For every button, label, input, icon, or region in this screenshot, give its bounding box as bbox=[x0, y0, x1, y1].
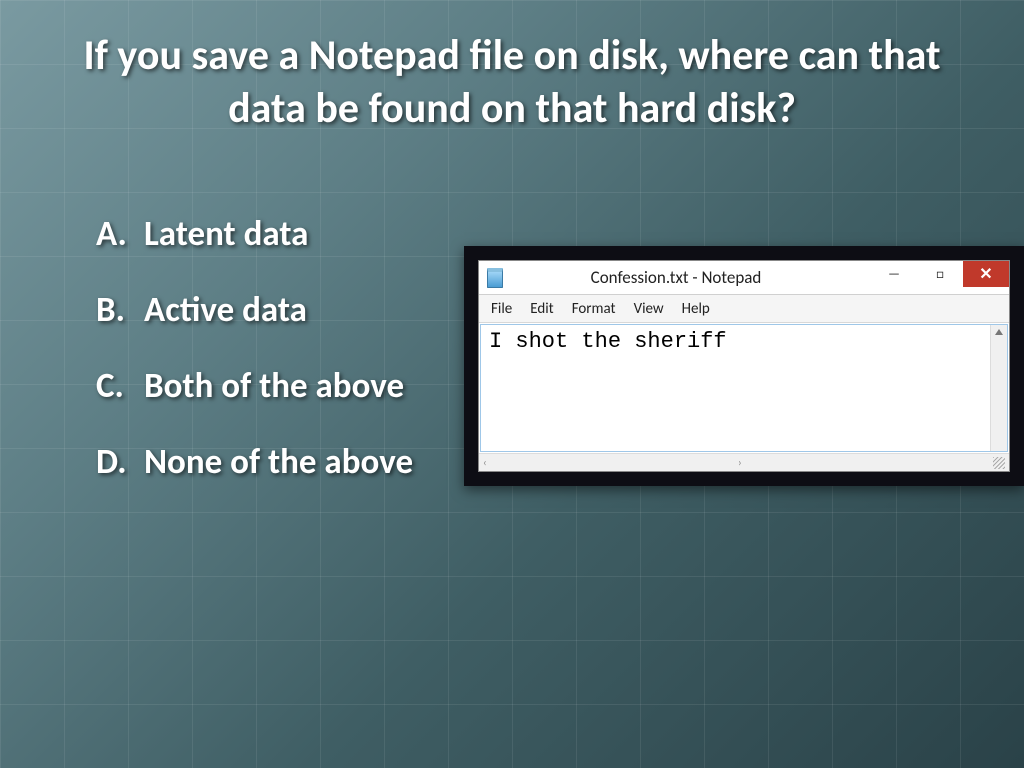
notepad-text-area[interactable]: I shot the sheriff bbox=[480, 324, 1008, 452]
resize-grip-icon[interactable] bbox=[993, 457, 1005, 469]
scroll-right-icon[interactable]: › bbox=[738, 456, 742, 469]
notepad-content: I shot the sheriff bbox=[489, 329, 727, 354]
minimize-button[interactable]: — bbox=[871, 261, 917, 287]
notepad-menubar: File Edit Format View Help bbox=[479, 295, 1009, 323]
notepad-screenshot: Confession.txt - Notepad — □ ✕ File Edit… bbox=[464, 246, 1024, 486]
menu-file[interactable]: File bbox=[491, 300, 512, 318]
menu-edit[interactable]: Edit bbox=[530, 300, 553, 318]
menu-view[interactable]: View bbox=[634, 300, 664, 318]
maximize-button[interactable]: □ bbox=[917, 261, 963, 287]
answer-letter: A. bbox=[96, 213, 134, 255]
slide: If you save a Notepad file on disk, wher… bbox=[0, 0, 1024, 768]
answer-text: Active data bbox=[144, 289, 307, 331]
answer-letter: B. bbox=[96, 289, 134, 331]
close-button[interactable]: ✕ bbox=[963, 261, 1009, 287]
vertical-scrollbar[interactable] bbox=[990, 325, 1007, 451]
answer-text: Latent data bbox=[144, 213, 308, 255]
notepad-titlebar: Confession.txt - Notepad — □ ✕ bbox=[479, 261, 1009, 295]
answer-letter: D. bbox=[96, 441, 134, 483]
notepad-window: Confession.txt - Notepad — □ ✕ File Edit… bbox=[478, 260, 1010, 472]
menu-format[interactable]: Format bbox=[572, 300, 616, 318]
window-controls: — □ ✕ bbox=[871, 261, 1009, 287]
question-title: If you save a Notepad file on disk, wher… bbox=[50, 30, 974, 135]
menu-help[interactable]: Help bbox=[682, 300, 710, 318]
notepad-icon bbox=[487, 268, 503, 288]
answer-text: None of the above bbox=[144, 441, 413, 483]
notepad-statusbar: ‹ › bbox=[479, 453, 1009, 471]
answer-text: Both of the above bbox=[144, 365, 404, 407]
answer-letter: C. bbox=[96, 365, 134, 407]
scroll-left-icon[interactable]: ‹ bbox=[483, 456, 487, 469]
notepad-title: Confession.txt - Notepad bbox=[521, 267, 831, 288]
